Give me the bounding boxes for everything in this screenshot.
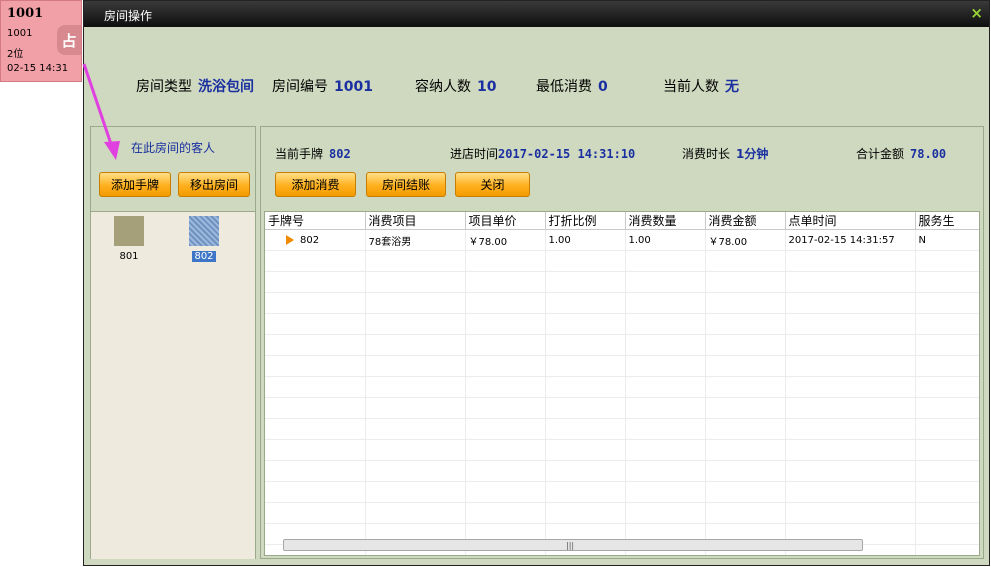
- col-header-tag[interactable]: 手牌号: [265, 212, 366, 230]
- current-tag: 当前手牌 802: [275, 145, 351, 162]
- col-header-time[interactable]: 点单时间: [785, 212, 916, 230]
- min-consumption-label: 最低消费: [536, 79, 592, 95]
- table-row-empty: [265, 397, 979, 419]
- room-checkout-button[interactable]: 房间结账: [366, 172, 446, 197]
- total-amount-label: 合计金额: [856, 147, 905, 161]
- room-operation-dialog: 房间操作 × 房间类型 洗浴包间 房间编号 1001 容纳人数 10 最低消费 0 当前…: [83, 0, 990, 566]
- room-number-label: 房间编号: [272, 79, 328, 95]
- room-type: 房间类型 洗浴包间: [136, 76, 254, 96]
- close-icon[interactable]: ×: [970, 4, 983, 22]
- duration-value: 1分钟: [736, 147, 769, 161]
- cell-tag: 802: [265, 229, 366, 251]
- guest-icon: [189, 216, 219, 246]
- table-row-empty: [265, 502, 979, 524]
- room-type-label: 房间类型: [136, 79, 192, 95]
- consumption-grid: 手牌号 消费项目 项目单价 打折比例 消费数量 消费金额 点单时间 服务生 80…: [264, 211, 980, 556]
- room-type-value: 洗浴包间: [198, 79, 254, 95]
- current-count-value: 无: [725, 79, 739, 95]
- table-row-empty: [265, 418, 979, 440]
- occupied-badge: 占: [57, 25, 81, 55]
- capacity-label: 容纳人数: [415, 79, 471, 95]
- table-row-empty: [265, 334, 979, 356]
- guests-title: 在此房间的客人: [130, 141, 215, 155]
- guest-label: 801: [119, 251, 139, 262]
- guest-icon: [114, 216, 144, 246]
- table-row-empty: [265, 355, 979, 377]
- cell-waiter: N: [915, 229, 979, 251]
- room-number: 房间编号 1001: [272, 76, 373, 96]
- add-consumption-button[interactable]: 添加消费: [275, 172, 356, 197]
- current-count-label: 当前人数: [663, 79, 719, 95]
- min-consumption-value: 0: [598, 79, 608, 95]
- cell-qty: 1.00: [625, 229, 706, 251]
- total-amount: 合计金额 78.00: [856, 145, 946, 162]
- col-header-price[interactable]: 项目单价: [465, 212, 546, 230]
- table-row-empty: [265, 439, 979, 461]
- room-tile-number: 1001: [7, 6, 44, 21]
- room-tile-1001[interactable]: 1001 1001 2位 02-15 14:31 占: [0, 0, 82, 82]
- room-capacity: 容纳人数 10: [415, 76, 496, 96]
- cell-price: ￥78.00: [465, 229, 546, 251]
- cell-discount: 1.00: [545, 229, 626, 251]
- table-row-empty: [265, 481, 979, 503]
- checkin-time-value: 2017-02-15 14:31:10: [498, 147, 636, 161]
- cell-tag-value: 802: [300, 234, 320, 246]
- room-min-consumption: 最低消费 0: [536, 76, 608, 96]
- cell-amount: ￥78.00: [705, 229, 786, 251]
- room-number-value: 1001: [334, 79, 373, 95]
- checkin-time-label: 进店时间: [450, 147, 499, 161]
- consumption-table: 手牌号 消费项目 项目单价 打折比例 消费数量 消费金额 点单时间 服务生 80…: [265, 212, 979, 555]
- capacity-value: 10: [477, 79, 497, 95]
- table-row-empty: [265, 250, 979, 272]
- room-tile-time: 02-15 14:31: [7, 63, 69, 74]
- guest-list: 801 802: [91, 211, 255, 559]
- col-header-waiter[interactable]: 服务生: [915, 212, 979, 230]
- checkin-time: 进店时间2017-02-15 14:31:10: [450, 145, 635, 162]
- cell-item: 78套浴男: [365, 229, 466, 251]
- close-button[interactable]: 关闭: [455, 172, 530, 197]
- duration-label: 消费时长: [682, 147, 731, 161]
- table-row-empty: [265, 292, 979, 314]
- duration: 消费时长 1分钟: [682, 145, 768, 162]
- dialog-titlebar[interactable]: 房间操作 ×: [84, 1, 989, 27]
- col-header-discount[interactable]: 打折比例: [545, 212, 626, 230]
- col-header-amount[interactable]: 消费金额: [705, 212, 786, 230]
- current-tag-value: 802: [329, 147, 351, 161]
- grid-header-row: 手牌号 消费项目 项目单价 打折比例 消费数量 消费金额 点单时间 服务生: [265, 212, 979, 230]
- table-row-empty: [265, 313, 979, 335]
- table-row-empty: [265, 460, 979, 482]
- guests-panel: 在此房间的客人 添加手牌 移出房间 801 802: [90, 126, 256, 559]
- horizontal-scrollbar[interactable]: |||: [283, 539, 863, 551]
- table-row[interactable]: 802 78套浴男 ￥78.00 1.00 1.00 ￥78.00 2017-0…: [265, 229, 979, 251]
- total-amount-value: 78.00: [910, 147, 947, 161]
- room-tile-id: 1001: [7, 28, 33, 39]
- col-header-qty[interactable]: 消费数量: [625, 212, 706, 230]
- current-row-arrow-icon: [286, 234, 294, 245]
- add-tag-button[interactable]: 添加手牌: [99, 172, 171, 197]
- guest-802[interactable]: 802: [184, 216, 224, 262]
- table-row-empty: [265, 271, 979, 293]
- scroll-grip-icon: |||: [566, 541, 575, 550]
- bill-panel: 当前手牌 802 进店时间2017-02-15 14:31:10 消费时长 1分钟 …: [260, 126, 984, 559]
- remove-from-room-button[interactable]: 移出房间: [178, 172, 250, 197]
- room-tile-occupancy: 2位: [7, 49, 24, 60]
- current-tag-label: 当前手牌: [275, 147, 324, 161]
- guest-801[interactable]: 801: [109, 216, 149, 262]
- room-current-count: 当前人数无: [663, 76, 739, 96]
- table-row-empty: [265, 376, 979, 398]
- col-header-item[interactable]: 消费项目: [365, 212, 466, 230]
- dialog-title: 房间操作: [104, 9, 153, 23]
- guest-label-selected: 802: [192, 251, 216, 262]
- cell-time: 2017-02-15 14:31:57: [785, 229, 916, 251]
